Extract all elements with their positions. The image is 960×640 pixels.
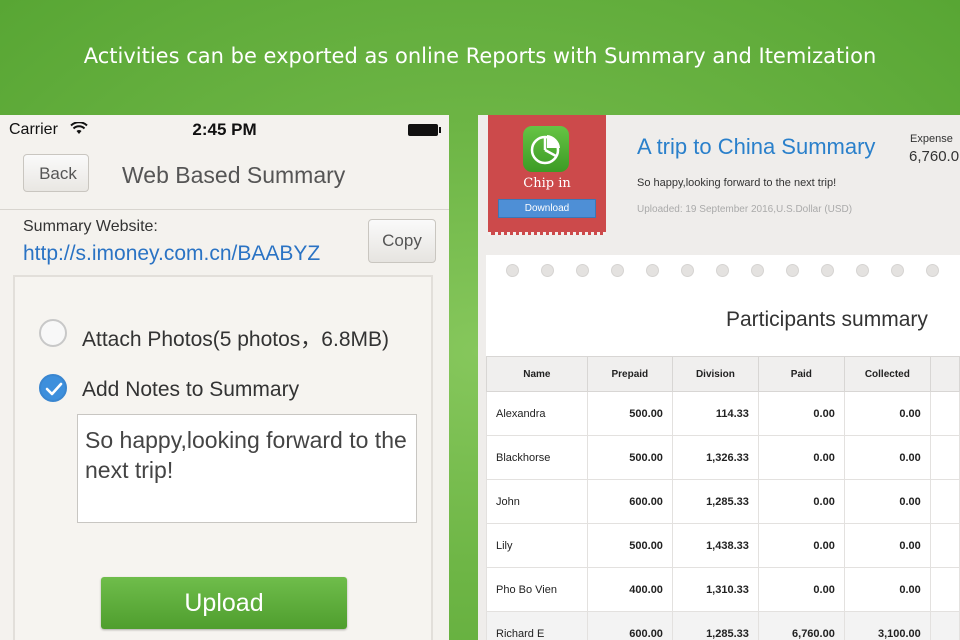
web-report: Chip in Download A trip to China Summary… — [478, 115, 960, 640]
cell-prepaid: 500.00 — [586, 435, 673, 480]
status-bar: Carrier 2:45 PM — [0, 115, 449, 145]
cell-name: Pho Bo Vien — [486, 567, 588, 612]
cell-name: Blackhorse — [486, 435, 588, 480]
sheet-hole — [926, 264, 939, 277]
download-button[interactable]: Download — [498, 199, 596, 218]
sheet-hole — [786, 264, 799, 277]
add-notes-checkbox[interactable] — [39, 374, 67, 402]
table-row: Alexandra 500.00 114.33 0.00 0.00 — [486, 391, 960, 436]
column-header: Division — [671, 356, 759, 392]
copy-button[interactable]: Copy — [368, 219, 436, 263]
cell-division: 1,285.33 — [671, 611, 759, 640]
summary-url-link[interactable]: http://s.imoney.com.cn/BAABYZ — [23, 242, 320, 266]
cell-prepaid: 500.00 — [586, 523, 673, 568]
report-subtitle: So happy,looking forward to the next tri… — [637, 177, 837, 189]
back-button[interactable]: Back — [23, 154, 89, 192]
table-row: Lily 500.00 1,438.33 0.00 0.00 — [486, 523, 960, 568]
cell-division: 1,438.33 — [671, 523, 759, 568]
cell-prepaid: 400.00 — [586, 567, 673, 612]
cell-collected: 0.00 — [843, 479, 931, 524]
cell-collected: 0.00 — [843, 523, 931, 568]
cell-paid: 0.00 — [757, 435, 845, 480]
cell-collected: 0.00 — [843, 391, 931, 436]
column-header-extra — [929, 356, 960, 392]
report-title: A trip to China Summary — [637, 134, 876, 159]
banner: Activities can be exported as online Rep… — [0, 0, 960, 115]
cell-paid: 6,760.00 — [757, 611, 845, 640]
cell-extra — [929, 567, 960, 612]
cell-division: 1,310.33 — [671, 567, 759, 612]
cell-extra — [929, 391, 960, 436]
table-header-row: Name Prepaid Division Paid Collected — [486, 356, 960, 392]
cell-collected: 3,100.00 — [843, 611, 931, 640]
participants-table: Name Prepaid Division Paid Collected Ale… — [486, 356, 960, 640]
cell-extra — [929, 479, 960, 524]
table-row: Richard E 600.00 1,285.33 6,760.00 3,100… — [486, 611, 960, 640]
sheet-hole — [576, 264, 589, 277]
page-title: Web Based Summary — [122, 162, 346, 188]
cell-name: John — [486, 479, 588, 524]
nav-bar: Back Web Based Summary — [0, 145, 449, 210]
sheet-hole — [856, 264, 869, 277]
phone-screen: Carrier 2:45 PM Back Web Based Summary S… — [0, 115, 449, 640]
summary-website-label: Summary Website: — [23, 218, 158, 235]
cell-collected: 0.00 — [843, 567, 931, 612]
upload-button[interactable]: Upload — [101, 577, 347, 629]
cell-paid: 0.00 — [757, 479, 845, 524]
sheet-hole — [611, 264, 624, 277]
column-header: Prepaid — [586, 356, 673, 392]
expense-value: 6,760.0 — [909, 148, 960, 165]
cell-prepaid: 500.00 — [586, 391, 673, 436]
sheet-hole — [681, 264, 694, 277]
cell-division: 1,326.33 — [671, 435, 759, 480]
table-row: Pho Bo Vien 400.00 1,310.33 0.00 0.00 — [486, 567, 960, 612]
cell-prepaid: 600.00 — [586, 611, 673, 640]
banner-text: Activities can be exported as online Rep… — [83, 44, 877, 68]
participants-title: Participants summary — [726, 308, 928, 331]
sheet-hole — [821, 264, 834, 277]
expense-label: Expense — [910, 133, 953, 145]
sheet-hole — [541, 264, 554, 277]
cell-paid: 0.00 — [757, 523, 845, 568]
cell-name: Lily — [486, 523, 588, 568]
cell-extra — [929, 523, 960, 568]
cell-name: Richard E — [486, 611, 588, 640]
add-notes-label: Add Notes to Summary — [82, 378, 300, 401]
cell-division: 1,285.33 — [671, 479, 759, 524]
attach-photos-label: Attach Photos(5 photos，6.8MB) — [82, 328, 389, 351]
cell-extra — [929, 611, 960, 640]
cell-paid: 0.00 — [757, 567, 845, 612]
app-ribbon: Chip in Download — [488, 115, 606, 235]
summary-sheet: Participants summary Name Prepaid Divisi… — [486, 255, 960, 640]
column-header: Name — [486, 356, 588, 392]
attach-photos-radio[interactable] — [39, 319, 67, 347]
checkmark-icon — [45, 382, 63, 396]
table-row: John 600.00 1,285.33 0.00 0.00 — [486, 479, 960, 524]
sheet-hole — [891, 264, 904, 277]
app-name: Chip in — [523, 176, 571, 191]
status-time: 2:45 PM — [192, 120, 257, 139]
column-header: Collected — [843, 356, 931, 392]
cell-collected: 0.00 — [843, 435, 931, 480]
table-row: Blackhorse 500.00 1,326.33 0.00 0.00 — [486, 435, 960, 480]
sheet-hole — [646, 264, 659, 277]
sheet-hole — [751, 264, 764, 277]
notes-textarea[interactable]: So happy,looking forward to the next tri… — [77, 414, 417, 523]
battery-icon — [408, 124, 441, 136]
cell-extra — [929, 435, 960, 480]
sheet-hole — [716, 264, 729, 277]
column-header: Paid — [757, 356, 845, 392]
cell-prepaid: 600.00 — [586, 479, 673, 524]
cell-name: Alexandra — [486, 391, 588, 436]
report-uploaded: Uploaded: 19 September 2016,U.S.Dollar (… — [637, 204, 853, 215]
chip-in-app-icon — [523, 126, 569, 172]
cell-paid: 0.00 — [757, 391, 845, 436]
sheet-hole — [506, 264, 519, 277]
cell-division: 114.33 — [671, 391, 759, 436]
